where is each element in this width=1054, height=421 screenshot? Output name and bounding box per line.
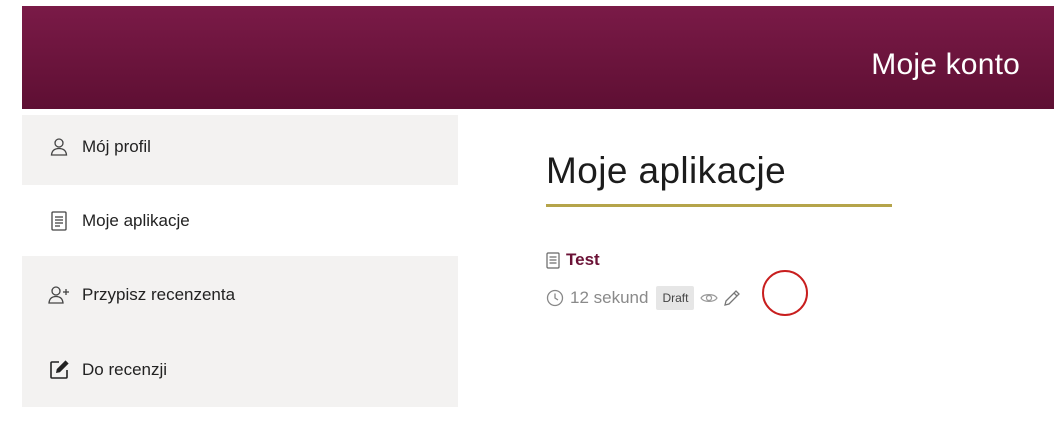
sidebar-item-label: Mój profil bbox=[82, 137, 151, 156]
header-bar: Moje konto bbox=[22, 6, 1054, 109]
sidebar-item-label: Moje aplikacje bbox=[82, 210, 190, 230]
sidebar-item-assign-reviewer[interactable]: Przypisz recenzenta bbox=[22, 256, 458, 333]
title-underline bbox=[546, 204, 892, 207]
list-item: Test bbox=[546, 250, 600, 270]
application-meta: 12 sekund Draft bbox=[546, 286, 742, 310]
page-title: Moje aplikacje bbox=[546, 150, 787, 191]
sidebar-item-to-review[interactable]: Do recenzji bbox=[22, 333, 458, 407]
application-link[interactable]: Test bbox=[566, 250, 600, 270]
sidebar: Mój profil Moje aplikacje Przypisz recen… bbox=[22, 115, 458, 407]
eye-icon[interactable] bbox=[700, 291, 719, 305]
main-content: Moje aplikacje bbox=[546, 150, 892, 207]
user-icon bbox=[48, 136, 70, 158]
sidebar-item-label: Przypisz recenzenta bbox=[82, 284, 236, 304]
sidebar-item-my-applications[interactable]: Moje aplikacje bbox=[22, 185, 458, 256]
status-badge: Draft bbox=[656, 286, 695, 310]
updated-time: 12 sekund bbox=[570, 288, 649, 307]
add-user-icon bbox=[48, 284, 70, 306]
pencil-icon[interactable] bbox=[722, 288, 742, 308]
sidebar-item-my-profile[interactable]: Mój profil bbox=[22, 115, 458, 185]
clock-icon bbox=[546, 289, 564, 307]
highlight-circle bbox=[762, 270, 808, 316]
document-icon bbox=[48, 210, 70, 232]
sidebar-item-label: Do recenzji bbox=[82, 360, 168, 379]
edit-square-icon bbox=[48, 359, 70, 381]
header-title[interactable]: Moje konto bbox=[871, 48, 1020, 82]
document-icon bbox=[546, 251, 560, 269]
